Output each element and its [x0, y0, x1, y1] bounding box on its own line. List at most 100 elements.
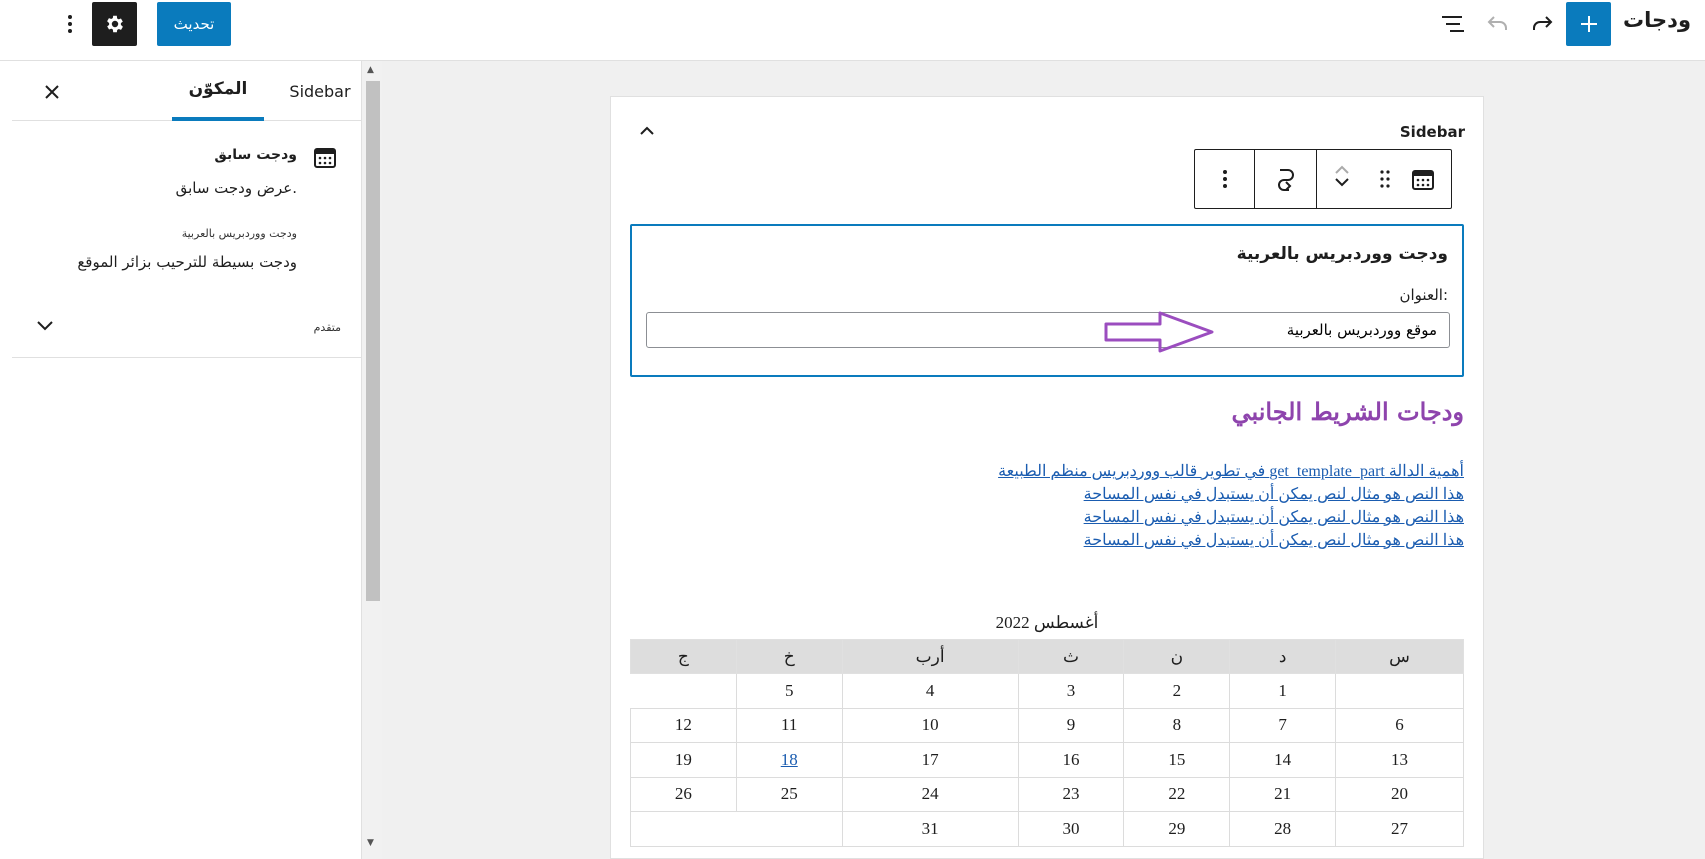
calendar-day: 10 — [841, 707, 1019, 743]
list-item: أهمية الدالة get_template_part في تطوير … — [630, 460, 1464, 483]
drag-handle-icon[interactable] — [1379, 169, 1391, 189]
calendar-table: س د ن ث أرب خ ج 1 2 3 4 5 6 7 8 9 10 11 … — [630, 639, 1464, 847]
table-row: 6 7 8 9 10 11 12 — [630, 707, 1464, 743]
update-button[interactable]: تحديث — [157, 2, 231, 46]
calendar-day: 1 — [1229, 673, 1337, 709]
calendar-day: 26 — [630, 776, 737, 812]
calendar-day: 4 — [841, 673, 1019, 709]
sidebar-tabs: المكوّن Sidebar — [12, 61, 362, 121]
more-options-button[interactable] — [56, 6, 84, 42]
calendar-day-link[interactable]: 18 — [781, 750, 798, 769]
list-item: هذا النص هو مثال لنص يمكن أن يستبدل في ن… — [630, 506, 1464, 529]
calendar-day: 13 — [1335, 742, 1464, 778]
top-bar: تحديث ودجات — [0, 0, 1705, 61]
calendar-day-empty — [630, 811, 843, 847]
redo-button[interactable] — [1525, 8, 1559, 40]
calendar-day: 3 — [1017, 673, 1125, 709]
calendar-day: 30 — [1017, 811, 1125, 847]
calendar-day: 15 — [1123, 742, 1231, 778]
calendar-day: 14 — [1229, 742, 1337, 778]
move-buttons — [1333, 162, 1351, 190]
tab-sidebar[interactable]: Sidebar — [280, 61, 360, 121]
weekday-header: ن — [1123, 639, 1231, 674]
calendar-day-empty — [1335, 673, 1464, 709]
transform-button[interactable] — [1255, 150, 1317, 208]
recent-posts-list: أهمية الدالة get_template_part في تطوير … — [630, 460, 1464, 552]
chevron-up-icon — [640, 126, 654, 135]
list-view-icon — [1442, 16, 1464, 32]
post-link[interactable]: أهمية الدالة get_template_part في تطوير … — [998, 463, 1464, 480]
calendar-day: 17 — [841, 742, 1019, 778]
move-down-icon[interactable] — [1333, 176, 1351, 190]
calendar-day: 5 — [735, 673, 843, 709]
title-field-label: العنوان: — [1399, 286, 1449, 304]
scroll-down-arrow-icon[interactable]: ▼ — [367, 838, 374, 848]
post-link[interactable]: هذا النص هو مثال لنص يمكن أن يستبدل في ن… — [1084, 509, 1464, 526]
calendar-day: 20 — [1335, 776, 1464, 812]
title-input[interactable] — [646, 312, 1450, 348]
weekday-row: س د ن ث أرب خ ج — [630, 639, 1464, 674]
calendar-day: 22 — [1123, 776, 1231, 812]
plus-icon — [1580, 16, 1597, 32]
settings-button[interactable] — [92, 2, 137, 46]
block-options-button[interactable] — [1195, 150, 1255, 208]
calendar-day: 31 — [841, 811, 1019, 847]
calendar-caption: أغسطس 2022 — [995, 613, 1099, 632]
table-row: 27 28 29 30 31 — [630, 811, 1464, 847]
table-row: 20 21 22 23 24 25 26 — [630, 776, 1464, 812]
widget-area: Sidebar ودجت ووردبريس بالعربية العنوان: … — [610, 96, 1484, 859]
list-item: هذا النص هو مثال لنص يمكن أن يستبدل في ن… — [630, 529, 1464, 552]
sidebar-scrollbar[interactable]: ▲ ▼ — [362, 61, 382, 859]
legacy-widget-block[interactable]: ودجت ووردبريس بالعربية العنوان: — [630, 224, 1464, 377]
calendar-widget: أغسطس 2022 س د ن ث أرب خ ج 1 2 3 4 5 6 7… — [630, 613, 1464, 847]
calendar-day: 19 — [630, 742, 737, 778]
widget-area-title: Sidebar — [1399, 123, 1465, 141]
calendar-day: 23 — [1017, 776, 1125, 812]
transform-icon — [1277, 169, 1294, 191]
calendar-icon[interactable] — [1411, 167, 1435, 191]
undo-button[interactable] — [1481, 8, 1515, 40]
calendar-day: 8 — [1123, 707, 1231, 743]
calendar-day: 7 — [1229, 707, 1337, 743]
calendar-day: 12 — [630, 707, 737, 743]
calendar-day: 21 — [1229, 776, 1337, 812]
rendered-widgets: ودجات الشريط الجانبي أهمية الدالة get_te… — [630, 397, 1464, 552]
weekday-header: ث — [1017, 639, 1125, 674]
chevron-down-icon[interactable] — [36, 317, 54, 336]
add-block-button[interactable] — [1566, 2, 1611, 46]
editor-canvas: Sidebar ودجت ووردبريس بالعربية العنوان: … — [382, 61, 1705, 859]
calendar-day: 2 — [1123, 673, 1231, 709]
weekday-header: د — [1229, 639, 1337, 674]
weekday-header: ج — [630, 639, 737, 674]
post-link[interactable]: هذا النص هو مثال لنص يمكن أن يستبدل في ن… — [1084, 486, 1464, 503]
legacy-widget-title: ودجت ووردبريس بالعربية — [1236, 244, 1448, 264]
rendered-widget-heading: ودجات الشريط الجانبي — [1231, 397, 1464, 426]
scroll-up-arrow-icon[interactable]: ▲ — [367, 65, 374, 75]
settings-sidebar: المكوّن Sidebar ودجت سابق عرض ودجت سابق.… — [0, 61, 362, 859]
move-up-icon[interactable] — [1333, 162, 1351, 176]
calendar-day: 28 — [1229, 811, 1337, 847]
advanced-panel-toggle[interactable]: متقدم — [314, 321, 341, 334]
calendar-day-linked: 18 — [735, 742, 843, 778]
block-toolbar — [1194, 149, 1452, 209]
table-row: 1 2 3 4 5 — [631, 673, 1464, 709]
calendar-day: 24 — [841, 776, 1019, 812]
kebab-icon — [1222, 170, 1227, 188]
calendar-day: 9 — [1017, 707, 1125, 743]
post-link[interactable]: هذا النص هو مثال لنص يمكن أن يستبدل في ن… — [1084, 532, 1464, 549]
calendar-day: 25 — [735, 776, 843, 812]
calendar-day: 11 — [735, 707, 843, 743]
weekday-header: س — [1335, 639, 1464, 674]
undo-icon — [1487, 16, 1507, 30]
list-view-button[interactable] — [1436, 8, 1470, 40]
calendar-day: 16 — [1017, 742, 1125, 778]
page-title: ودجات — [1623, 8, 1691, 32]
redo-icon — [1533, 16, 1553, 30]
list-item: هذا النص هو مثال لنص يمكن أن يستبدل في ن… — [630, 483, 1464, 506]
scroll-thumb[interactable] — [366, 81, 380, 601]
tab-block[interactable]: المكوّن — [172, 61, 264, 121]
close-sidebar-button[interactable] — [37, 77, 67, 107]
weekday-header: خ — [735, 639, 843, 674]
block-card — [12, 122, 362, 358]
collapse-area-button[interactable] — [633, 117, 661, 145]
